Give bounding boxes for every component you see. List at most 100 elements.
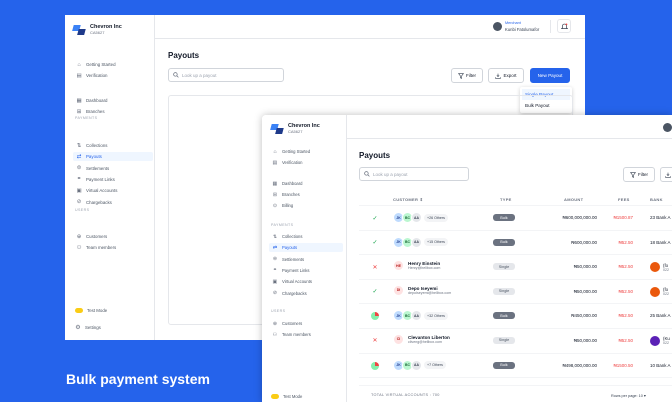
verification-icon: ▤ [76,72,82,79]
back-filter-label: Filter [466,73,476,78]
table-row[interactable]: ✕ CI Clevanton Liberton cliveng@hellbox.com… [359,329,672,354]
back-sidebar-item-payment-links[interactable]: ⚭ Payment Links [73,175,153,184]
back-sidebar-item-label: Team members [86,245,117,250]
front-sidebar-item-customers[interactable]: ⊕ Customers [269,319,343,328]
user-avatar[interactable] [663,123,672,132]
user-name: Kunbi Fatolumafor [505,27,540,32]
table-row[interactable]: JK BC AA +7 Others Bulk ₦498,000,000.00 ₦1500.… [359,354,672,379]
front-sidebar-item-getting-started[interactable]: ⌂ Getting Started [269,147,343,156]
customer-cell: CI Clevanton Liberton cliveng@hellbox.com [393,333,450,345]
front-sidebar-item-team-members[interactable]: ⚇ Team members [269,330,343,339]
payouts-icon: ⇄ [76,153,82,160]
back-sidebar-item-verification[interactable]: ▤ Verification [73,71,153,80]
col-bank: BANK [650,197,663,202]
back-sidebar-item-settlements[interactable]: ⊜ Settlements [73,164,153,173]
back-sidebar-item-label: Settlements [86,165,110,171]
back-export-button[interactable]: Export [488,68,524,83]
front-sidebar-item-settlements[interactable]: ⊜ Settlements [269,255,343,264]
collections-icon: ⇅ [272,233,278,240]
avatar: DI [393,284,404,296]
bank-cell: 25 Bank A [650,311,671,318]
back-test-mode[interactable]: Test Mode [75,308,107,313]
front-window: Chevron Inc CA5627 ⌂ Getting Started ▤ Veri… [262,115,672,402]
bank-code: 022 [663,341,669,346]
front-page-title: Payouts [359,151,391,160]
back-sidebar-item-payouts[interactable]: ⇄ Payouts [73,152,153,162]
back-filter-button[interactable]: Filter [451,68,483,83]
total-accounts: TOTAL VIRTUAL ACCOUNTS : 700 [371,393,440,397]
amount-cell: ₦600,000.00 [571,239,597,245]
front-sidebar-item-label: Payment Links [282,267,310,273]
collections-icon: ⇅ [76,142,82,149]
back-payments-label: PAYMENTS [75,116,98,120]
front-test-mode[interactable]: Test Mode [271,394,302,399]
table-row[interactable]: ✓ DI Depo Iseyemi depoIseyemi@hellbox.com Si… [359,280,672,305]
front-export-button[interactable] [660,167,672,182]
user-avatar[interactable] [493,22,502,31]
rows-per-page[interactable]: Rows per page: 10 ▾ [611,393,646,398]
back-sidebar-item-getting-started[interactable]: ⌂ Getting Started [73,60,153,69]
team-members-icon: ⚇ [76,244,82,251]
test-mode-toggle[interactable] [271,394,279,399]
back-export-label: Export [503,73,517,78]
front-search-input[interactable]: Look up a payout [359,167,469,181]
back-settings-label: Settings [85,325,101,330]
back-sidebar-item-team-members[interactable]: ⚇ Team members [73,243,153,252]
front-sidebar-item-payouts[interactable]: ⇄ Payouts [269,243,343,253]
avatar: AA [411,212,422,223]
front-sidebar-item-chargebacks[interactable]: ⊘ Chargebacks [269,289,343,298]
customer-cell: JK BC AA +7 Others [393,359,446,371]
fees-cell: ₦1500.50 [613,362,633,368]
front-sidebar-item-billing[interactable]: ⊙ Billing [269,201,343,210]
virtual-accounts-icon: ▣ [272,278,278,285]
partial-status-icon [371,312,379,321]
bank-logo-icon [650,262,660,273]
type-badge: Single [493,287,515,295]
table-row[interactable]: ✕ HE Henry Einstein Henry@hellbox.com Single… [359,255,672,280]
front-sidebar-item-label: Branches [282,192,300,197]
back-search-input[interactable]: Look up a payout [168,68,284,82]
dashboard-icon: ▦ [76,97,82,104]
back-sidebar-item-collections[interactable]: ⇅ Collections [73,141,153,150]
front-sidebar-item-dashboard[interactable]: ▦ Dashboard [269,179,343,188]
front-sidebar-item-branches[interactable]: ⊞ Branches [269,190,343,199]
bank-name: 25 Bank A [650,313,671,319]
back-settings[interactable]: ⚙ Settings [75,324,101,331]
fees-cell: ₦1500.87 [613,215,633,220]
front-sidebar-item-verification[interactable]: ▤ Verification [269,158,343,167]
customers-icon: ⊕ [272,320,278,327]
header-divider [550,20,551,33]
table-row[interactable]: ✓ JK BC AA +15 Others Bulk ₦600,000.00 ₦52.50 18… [359,231,672,256]
front-users-label: USERS [271,309,286,313]
front-filter-button[interactable]: Filter [623,167,655,182]
back-sidebar-item-virtual-accounts[interactable]: ▣ Virtual Accounts [73,186,153,195]
bank-cell: (fo 022 [650,262,669,273]
bank-name: 10 Bank A [650,362,671,368]
type-badge: Bulk [493,238,515,246]
filter-icon [458,72,464,79]
test-mode-toggle[interactable] [75,308,83,313]
type-badge: Bulk [493,361,515,369]
notification-button[interactable] [557,19,571,33]
user-role: Merchant [505,21,521,25]
back-sidebar-item-label: Virtual Accounts [86,188,118,194]
front-sidebar-item-payment-links[interactable]: ⚭ Payment Links [269,266,343,275]
back-sidebar-item-customers[interactable]: ⊕ Customers [73,232,153,241]
amount-cell: ₦498,000,000.00 [562,362,597,368]
table-row[interactable]: JK BC AA +32 Others Bulk ₦450,000.00 ₦52.50 25 … [359,304,672,329]
col-customer[interactable]: CUSTOMER ⇕ [393,197,423,202]
amount-cell: ₦600,000,000.00 [562,215,597,220]
back-sidebar-item-dashboard[interactable]: ▦ Dashboard [73,96,153,105]
front-sidebar-item-collections[interactable]: ⇅ Collections [269,232,343,241]
settlements-icon: ⊜ [272,256,278,263]
back-sidebar-item-chargebacks[interactable]: ⊘ Chargebacks [73,198,153,207]
back-sidebar-item-branches[interactable]: ⊞ Branches [73,107,153,116]
type-badge: Single [493,336,515,344]
customer-info: Depo Iseyemi depoIseyemi@hellbox.com [408,286,451,295]
new-payout-button[interactable]: New Payout [530,68,570,83]
table-row[interactable]: ✓ JK BC AA +26 Others Bulk ₦600,000,000.00 ₦150… [359,206,672,231]
payment-links-icon: ⚭ [76,176,82,183]
front-sidebar-item-virtual-accounts[interactable]: ▣ Virtual Accounts [269,277,343,286]
col-amount: AMOUNT [564,197,584,202]
settlements-icon: ⊜ [76,165,82,172]
